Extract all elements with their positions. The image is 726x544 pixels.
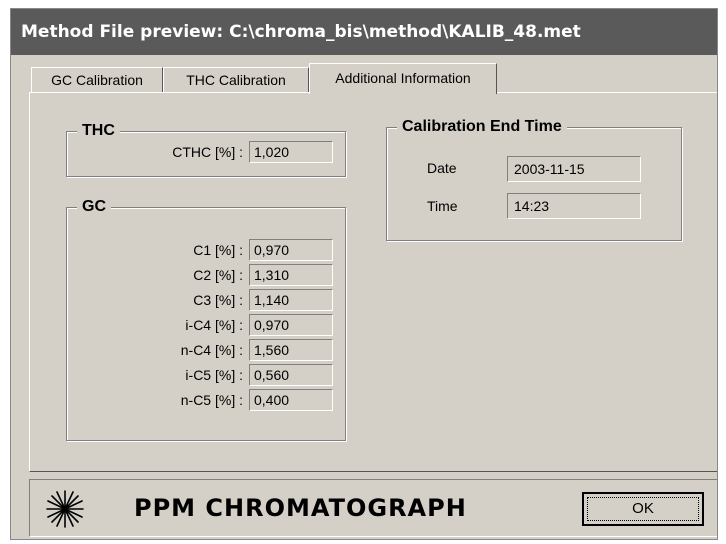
starburst-icon <box>46 490 84 528</box>
calibration-end-time-title: Calibration End Time <box>397 116 567 138</box>
nc4-value: 1,560 <box>249 339 333 361</box>
time-value: 14:23 <box>507 193 641 219</box>
ic5-value: 0,560 <box>249 364 333 386</box>
cthc-label: CTHC [%] : <box>172 144 243 160</box>
c2-label: C2 [%] : <box>193 267 243 283</box>
ok-button-label: OK <box>632 500 654 517</box>
ok-button[interactable]: OK <box>582 492 704 526</box>
brand-name: PPM CHROMATOGRAPH <box>134 494 467 522</box>
c1-label: C1 [%] : <box>193 242 243 258</box>
nc4-label: n-C4 [%] : <box>180 342 243 358</box>
gc-group: GC C1 [%] : 0,970 C2 [%] : 1,310 C3 [%] … <box>66 196 346 441</box>
c3-label: C3 [%] : <box>193 292 243 308</box>
ic4-label: i-C4 [%] : <box>185 317 243 333</box>
tab-thc-calibration[interactable]: THC Calibration <box>163 67 309 93</box>
date-label: Date <box>427 160 457 176</box>
method-preview-window: Method File preview: C:\chroma_bis\metho… <box>10 8 718 540</box>
nc5-value: 0,400 <box>249 389 333 411</box>
tab-strip: GC Calibration THC Calibration Additiona… <box>29 61 717 94</box>
nc5-label: n-C5 [%] : <box>180 392 243 408</box>
date-value: 2003-11-15 <box>507 156 641 182</box>
cthc-value: 1,020 <box>249 141 333 163</box>
window-title: Method File preview: C:\chroma_bis\metho… <box>11 9 717 55</box>
c1-value: 0,970 <box>249 239 333 261</box>
c2-value: 1,310 <box>249 264 333 286</box>
c3-value: 1,140 <box>249 289 333 311</box>
thc-group: THC CTHC [%] : 1,020 <box>66 120 346 177</box>
thc-group-title: THC <box>77 120 120 142</box>
gc-group-title: GC <box>77 196 111 218</box>
tab-additional-information[interactable]: Additional Information <box>309 63 497 94</box>
ic4-value: 0,970 <box>249 314 333 336</box>
footer-bar: PPM CHROMATOGRAPH OK <box>29 479 717 537</box>
time-label: Time <box>427 198 458 214</box>
tab-gc-calibration[interactable]: GC Calibration <box>31 67 163 93</box>
ic5-label: i-C5 [%] : <box>185 367 243 383</box>
calibration-end-time-group: Calibration End Time Date 2003-11-15 Tim… <box>386 116 682 241</box>
tab-panel: THC CTHC [%] : 1,020 GC C1 [%] : 0,970 C… <box>29 92 717 472</box>
